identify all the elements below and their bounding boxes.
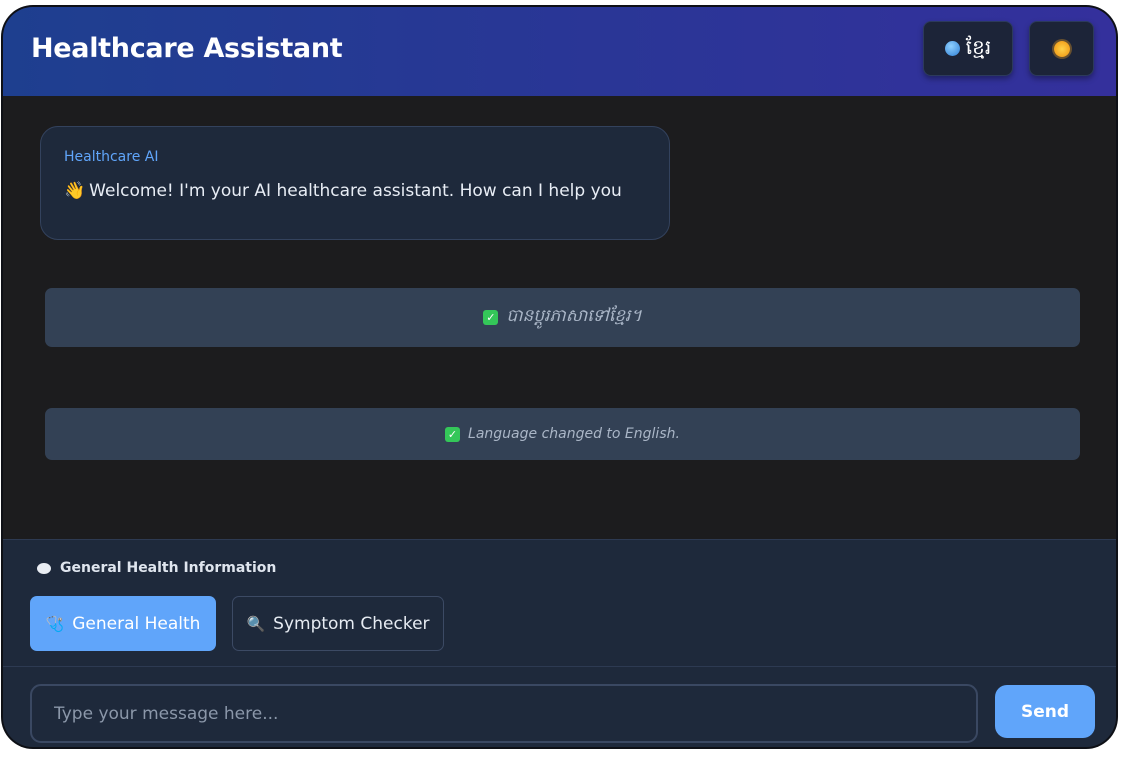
sun-icon	[1053, 40, 1070, 57]
symptom-checker-label: Symptom Checker	[273, 613, 430, 634]
message-sender: Healthcare AI	[64, 149, 159, 165]
message-text-row: 👋 Welcome! I'm your AI healthcare assista…	[64, 181, 622, 201]
system-notice-text: Language changed to English.	[468, 426, 680, 442]
waving-hand-icon: 👋	[64, 181, 86, 201]
theme-toggle-button[interactable]	[1029, 21, 1094, 76]
general-health-button[interactable]: 🩺 General Health	[30, 596, 216, 651]
header-bar: Healthcare Assistant ខ្មែរ	[3, 7, 1116, 96]
quick-actions-panel: General Health Information 🩺 General Hea…	[3, 539, 1116, 667]
system-notice: ✓ Language changed to English.	[45, 408, 1080, 460]
app-title: Healthcare Assistant	[31, 33, 343, 64]
send-button[interactable]: Send	[995, 685, 1095, 738]
stethoscope-icon: 🩺	[45, 614, 65, 633]
magnifier-icon: 🔍	[246, 614, 266, 633]
general-health-label: General Health	[72, 613, 201, 634]
message-text: Welcome! I'm your AI healthcare assistan…	[89, 181, 622, 201]
system-notice-text: បានប្តូរភាសាទៅខ្មែរ។	[506, 306, 642, 326]
quick-actions-heading-text: General Health Information	[60, 560, 277, 576]
app-window: Healthcare Assistant ខ្មែរ Healthcare AI…	[3, 7, 1116, 747]
language-toggle-button[interactable]: ខ្មែរ	[923, 21, 1013, 76]
speech-bubble-icon	[37, 562, 51, 574]
quick-actions-heading: General Health Information	[37, 560, 276, 576]
message-input[interactable]	[30, 684, 978, 743]
assistant-message-bubble: Healthcare AI 👋 Welcome! I'm your AI heal…	[40, 126, 670, 240]
composer-bar: Send	[3, 666, 1116, 747]
language-button-label: ខ្មែរ	[965, 34, 992, 59]
check-icon: ✓	[483, 310, 499, 325]
system-notice: ✓ បានប្តូរភាសាទៅខ្មែរ។	[45, 288, 1080, 347]
check-icon: ✓	[445, 426, 461, 442]
globe-icon	[944, 41, 960, 56]
symptom-checker-button[interactable]: 🔍 Symptom Checker	[232, 596, 444, 651]
